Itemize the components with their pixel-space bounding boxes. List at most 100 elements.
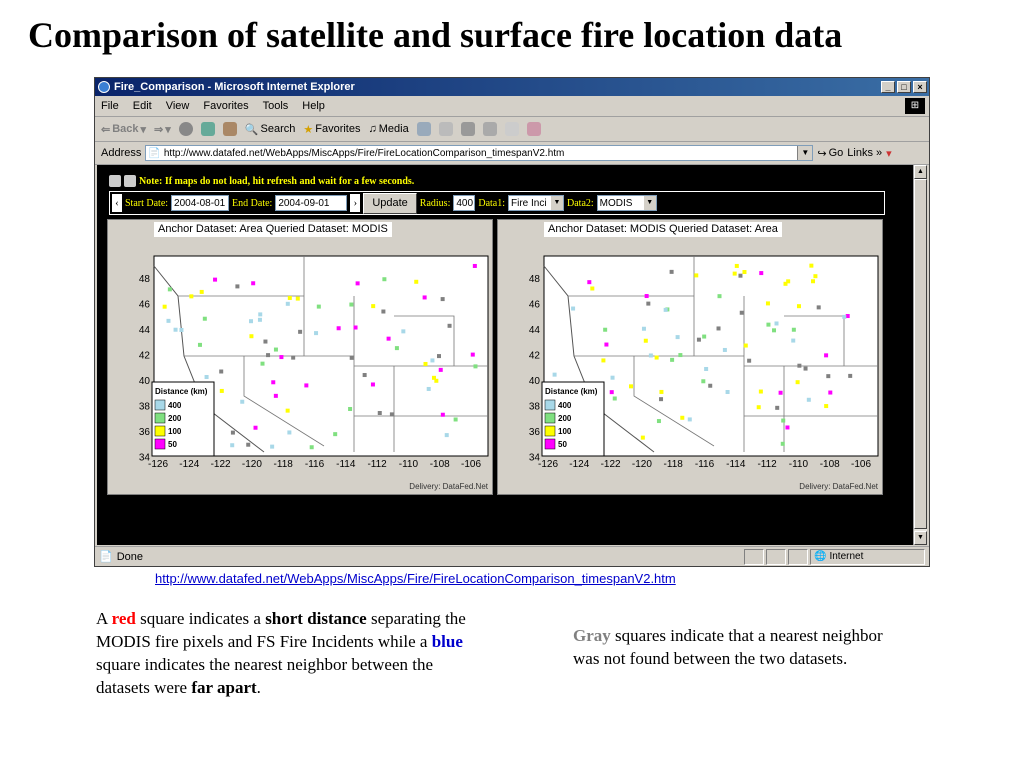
end-date-input[interactable]: 2004-09-01	[275, 195, 348, 211]
scroll-up-icon[interactable]: ▲	[914, 165, 927, 179]
data1-value: Fire Inci	[511, 197, 547, 209]
fire-point	[167, 287, 172, 292]
discuss-icon[interactable]	[504, 122, 519, 136]
lon-tick-label: -112	[367, 459, 387, 470]
fire-point	[309, 445, 314, 450]
legend-title: Distance (km)	[545, 387, 598, 396]
fire-point	[775, 405, 780, 410]
fire-point	[552, 372, 557, 377]
data2-select[interactable]: MODIS ▼	[596, 195, 657, 211]
fire-point	[828, 390, 833, 395]
lon-tick-label: -124	[179, 459, 199, 470]
close-button[interactable]: ×	[913, 81, 927, 93]
lon-tick-label: -106	[461, 459, 481, 470]
fire-point	[249, 319, 254, 324]
scroll-down-icon[interactable]: ▼	[914, 531, 927, 545]
stop-icon[interactable]	[178, 122, 193, 136]
back-button[interactable]: ⇐ Back ▾	[101, 123, 146, 136]
search-button[interactable]: 🔍 Search	[245, 123, 296, 136]
menu-favorites[interactable]: Favorites	[203, 100, 248, 112]
fire-point	[811, 279, 816, 284]
minimize-button[interactable]: _	[881, 81, 895, 93]
globe-icon: 🌐	[814, 551, 827, 562]
note-text: Note: If maps do not load, hit refresh a…	[139, 175, 415, 187]
media-button[interactable]: ♫ Media	[368, 123, 408, 135]
fire-point	[230, 430, 235, 435]
fire-point	[316, 304, 321, 309]
lon-tick-label: -110	[789, 459, 809, 470]
start-date-input[interactable]: 2004-08-01	[171, 195, 230, 211]
zone-label: Internet	[829, 551, 864, 562]
fire-point	[285, 408, 290, 413]
mail-icon[interactable]	[438, 122, 453, 136]
go-label: Go	[828, 147, 844, 159]
links-button[interactable]: Links »	[847, 147, 882, 159]
refresh-icon[interactable]	[200, 122, 215, 136]
fire-point	[725, 390, 730, 395]
menu-edit[interactable]: Edit	[133, 100, 152, 112]
vertical-scrollbar[interactable]: ▲ ▼	[913, 165, 927, 545]
fire-point	[845, 314, 850, 319]
menu-tools[interactable]: Tools	[263, 100, 289, 112]
fire-point	[643, 338, 648, 343]
history-icon[interactable]	[416, 122, 431, 136]
fire-point	[663, 307, 668, 312]
menu-view[interactable]: View	[166, 100, 190, 112]
go-button[interactable]: ↪ Go	[817, 147, 843, 160]
fire-map-left[interactable]: 4846444240383634-126 -124 -122 -120 -118 -116…	[108, 220, 492, 494]
fire-map-right[interactable]: 4846444240383634-126 -124 -122 -120 -118 -116…	[498, 220, 882, 494]
fire-point	[601, 358, 606, 363]
menu-file[interactable]: File	[101, 100, 119, 112]
fire-point	[440, 297, 445, 302]
fire-point	[362, 373, 367, 378]
prev-button[interactable]: ‹	[112, 194, 122, 212]
lat-tick-label: 42	[529, 351, 541, 362]
favorites-button[interactable]: ★ Favorites	[303, 123, 360, 136]
window-titlebar[interactable]: Fire_Comparison - Microsoft Internet Exp…	[95, 78, 929, 96]
home-icon[interactable]	[222, 122, 237, 136]
fire-point	[426, 386, 431, 391]
fire-point	[742, 270, 747, 275]
messenger-icon[interactable]	[526, 122, 541, 136]
lon-tick-label: -126	[148, 459, 168, 470]
scroll-thumb[interactable]	[914, 179, 927, 529]
forward-button[interactable]: ⇒ ▾	[154, 123, 171, 136]
lon-tick-label: -122	[601, 459, 621, 470]
fire-point	[758, 389, 763, 394]
status-page-icon: 📄	[99, 551, 113, 563]
favorites-star-icon: ★	[303, 123, 314, 136]
update-button[interactable]: Update	[363, 192, 417, 214]
print-icon[interactable]	[460, 122, 475, 136]
left-text-2: square indicates a	[135, 609, 266, 628]
maximize-button[interactable]: □	[897, 81, 911, 93]
zoom-icon[interactable]	[109, 175, 121, 187]
data1-select[interactable]: Fire Inci ▼	[508, 195, 565, 211]
address-input[interactable]: 📄 http://www.datafed.net/WebApps/MiscApp…	[145, 145, 814, 161]
caption-link[interactable]: http://www.datafed.net/WebApps/MiscApps/…	[155, 571, 676, 586]
fire-point	[701, 379, 706, 384]
left-text-1: A	[96, 609, 112, 628]
edit-icon[interactable]	[482, 122, 497, 136]
fire-point	[166, 318, 171, 323]
fire-point	[260, 361, 265, 366]
search-map-icon[interactable]	[124, 175, 136, 187]
next-button[interactable]: ›	[350, 194, 361, 212]
radius-label: Radius:	[419, 197, 451, 209]
toolbar: ⇐ Back ▾ ⇒ ▾ 🔍 Search ★ Favorites ♫ Media	[95, 117, 929, 142]
menu-help[interactable]: Help	[302, 100, 325, 112]
fire-point	[824, 353, 829, 358]
address-dropdown-icon[interactable]: ▼	[797, 146, 813, 160]
radius-input[interactable]: 400	[453, 195, 476, 211]
fire-point	[349, 302, 354, 307]
toolbar-extra-icon[interactable]: ▾	[886, 147, 892, 160]
fire-point	[470, 352, 475, 357]
fire-point	[202, 316, 207, 321]
fire-point	[842, 314, 847, 319]
lon-tick-label: -120	[242, 459, 262, 470]
search-label: Search	[260, 123, 296, 135]
fire-point	[791, 327, 796, 332]
lat-tick-label: 38	[139, 402, 151, 413]
lat-tick-label: 46	[529, 300, 541, 311]
address-value: http://www.datafed.net/WebApps/MiscApps/…	[163, 147, 565, 159]
lon-tick-label: -106	[851, 459, 871, 470]
